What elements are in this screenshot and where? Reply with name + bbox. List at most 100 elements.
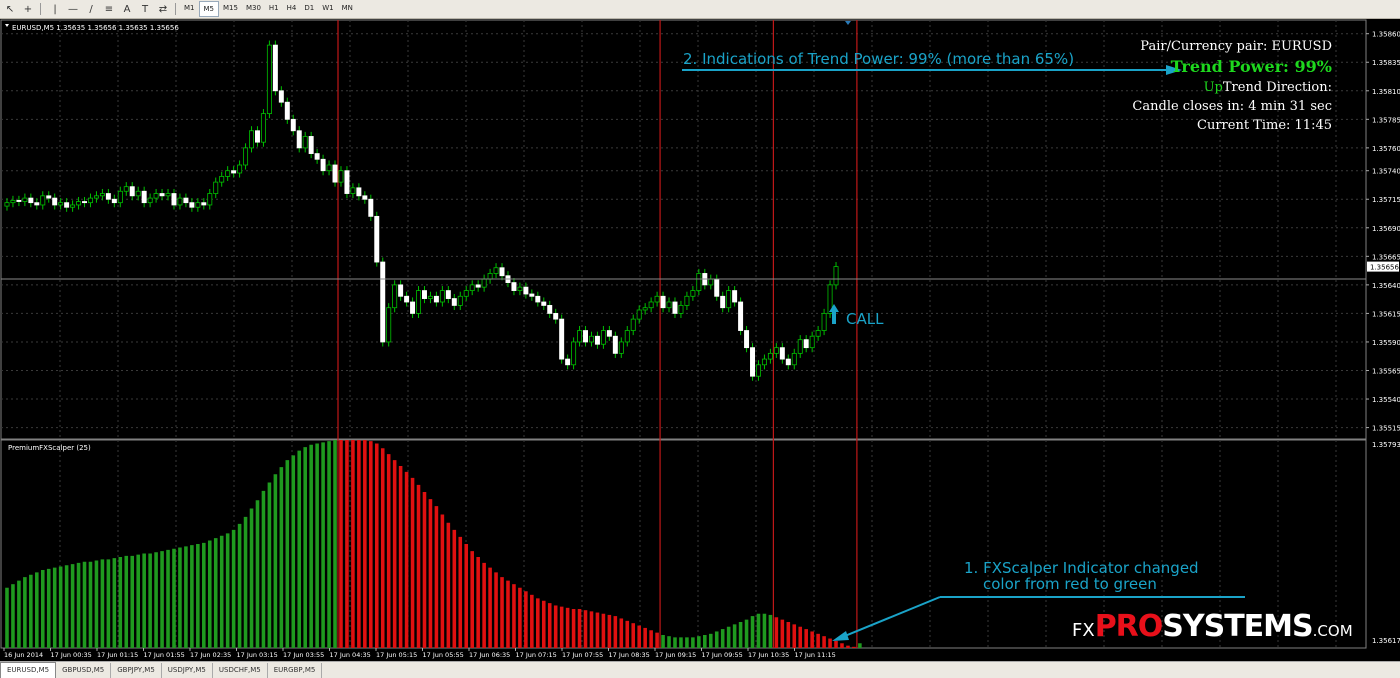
timeframe-m5[interactable]: M5 [198, 1, 219, 17]
candle-body [76, 201, 82, 206]
timeframe-h4[interactable]: H4 [283, 1, 301, 15]
tab-usdjpy-m5[interactable]: USDJPY,M5 [162, 663, 213, 678]
candle-body [767, 352, 773, 360]
price-label: 1.35835 [1372, 59, 1400, 67]
candle-body [773, 347, 779, 354]
tab-usdchf-m5[interactable]: USDCHF,M5 [213, 663, 268, 678]
candle-body [320, 158, 326, 172]
candle-body [666, 301, 672, 309]
logo-suffix: .COM [1312, 622, 1353, 640]
candle-body [642, 307, 648, 311]
indicator-bottom-label: 1.35617 [1372, 637, 1400, 645]
candle-body [791, 352, 797, 366]
candle-body [93, 195, 99, 199]
candle-body [475, 284, 481, 288]
time-label: 17 Jun 02:35 [190, 651, 231, 659]
candle-body [111, 198, 117, 204]
text-icon[interactable]: A [119, 2, 135, 16]
candle-body [427, 295, 433, 299]
candle-body [493, 267, 499, 274]
candle-body [821, 313, 827, 331]
candle-body [64, 202, 70, 208]
candle-body [219, 176, 225, 183]
toolbar-divider [40, 3, 41, 15]
indicator-note: 1. FXScalper Indicator changed color fro… [964, 560, 1199, 592]
candle-body [207, 193, 213, 206]
cursor-icon[interactable]: ↖ [2, 2, 18, 16]
candle-body [82, 201, 88, 204]
candle-body [511, 282, 517, 291]
timeframe-m15[interactable]: M15 [219, 1, 242, 15]
timeframe-m30[interactable]: M30 [242, 1, 265, 15]
candle-body [58, 202, 64, 206]
price-label: 1.35565 [1372, 367, 1400, 375]
candle-body [243, 147, 249, 166]
candle-body [123, 186, 129, 192]
candle-body [684, 295, 690, 306]
crosshair-icon[interactable]: + [20, 2, 36, 16]
candle-body [308, 136, 314, 154]
price-label: 1.35740 [1372, 168, 1400, 176]
candle-body [755, 364, 761, 377]
channel-icon[interactable]: ≡ [101, 2, 117, 16]
price-label: 1.35785 [1372, 116, 1400, 124]
time-label: 17 Jun 10:35 [748, 651, 789, 659]
candle-body [314, 153, 320, 160]
candle-body [588, 335, 594, 343]
candle-body [744, 330, 750, 349]
candle-body [541, 301, 547, 306]
price-label: 1.35690 [1372, 225, 1400, 233]
candle-body [302, 136, 308, 149]
candle-body [654, 295, 660, 303]
candle-body [87, 197, 93, 204]
candle-body [278, 90, 284, 103]
candle-body [529, 293, 535, 297]
tab-gbpjpy-m5[interactable]: GBPJPY,M5 [111, 663, 162, 678]
trendline-icon[interactable]: / [83, 2, 99, 16]
candle-body [439, 290, 445, 303]
candle-body [52, 197, 58, 206]
candle-body [833, 266, 839, 286]
timeframe-d1[interactable]: D1 [300, 1, 318, 15]
candle-body [105, 193, 111, 200]
price-label: 1.35860 [1372, 31, 1400, 39]
indicator-title: PremiumFXScalper (25) [8, 444, 91, 452]
candle-body [10, 199, 16, 204]
timeframe-m1[interactable]: M1 [180, 1, 199, 15]
candle-body [738, 301, 744, 331]
candle-body [809, 335, 815, 349]
time-label: 17 Jun 07:15 [516, 651, 557, 659]
candle-body [147, 197, 153, 204]
tab-gbpusd-m5[interactable]: GBPUSD,M5 [56, 663, 112, 678]
candle-body [237, 164, 243, 174]
candle-body [22, 197, 28, 202]
candle-body [332, 164, 338, 183]
candle-body [290, 118, 296, 132]
candle-body [779, 347, 785, 360]
price-label: 1.35715 [1372, 196, 1400, 204]
arrows-icon[interactable]: ⇄ [155, 2, 171, 16]
candle-body [266, 44, 272, 115]
candle-body [421, 290, 427, 299]
candle-body [195, 202, 201, 208]
timeframe-mn[interactable]: MN [338, 1, 357, 15]
candle-body [660, 295, 666, 309]
candle-body [732, 290, 738, 303]
tab-eurusd-m5[interactable]: EURUSD,M5 [0, 662, 57, 678]
price-label: 1.35615 [1372, 310, 1400, 318]
chart-title: EURUSD,M5 1.35635 1.35656 1.35635 1.3565… [12, 24, 179, 32]
tab-eurgbp-m5[interactable]: EURGBP,M5 [268, 663, 323, 678]
timeframe-h1[interactable]: H1 [265, 1, 283, 15]
candle-timer-label: Candle closes in: 4 min 31 sec [1132, 99, 1332, 114]
timeframe-w1[interactable]: W1 [318, 1, 337, 15]
time-label: 17 Jun 09:15 [655, 651, 696, 659]
vertical-line-icon[interactable]: | [47, 2, 63, 16]
candle-body [171, 193, 177, 206]
time-label: 16 Jun 2014 [4, 651, 43, 659]
text-label-icon[interactable]: T [137, 2, 153, 16]
logo-systems: SYSTEMS [1162, 609, 1313, 644]
time-label: 17 Jun 05:55 [423, 651, 464, 659]
candle-body [386, 307, 392, 343]
horizontal-line-icon[interactable]: — [65, 2, 81, 16]
candle-body [368, 198, 374, 217]
